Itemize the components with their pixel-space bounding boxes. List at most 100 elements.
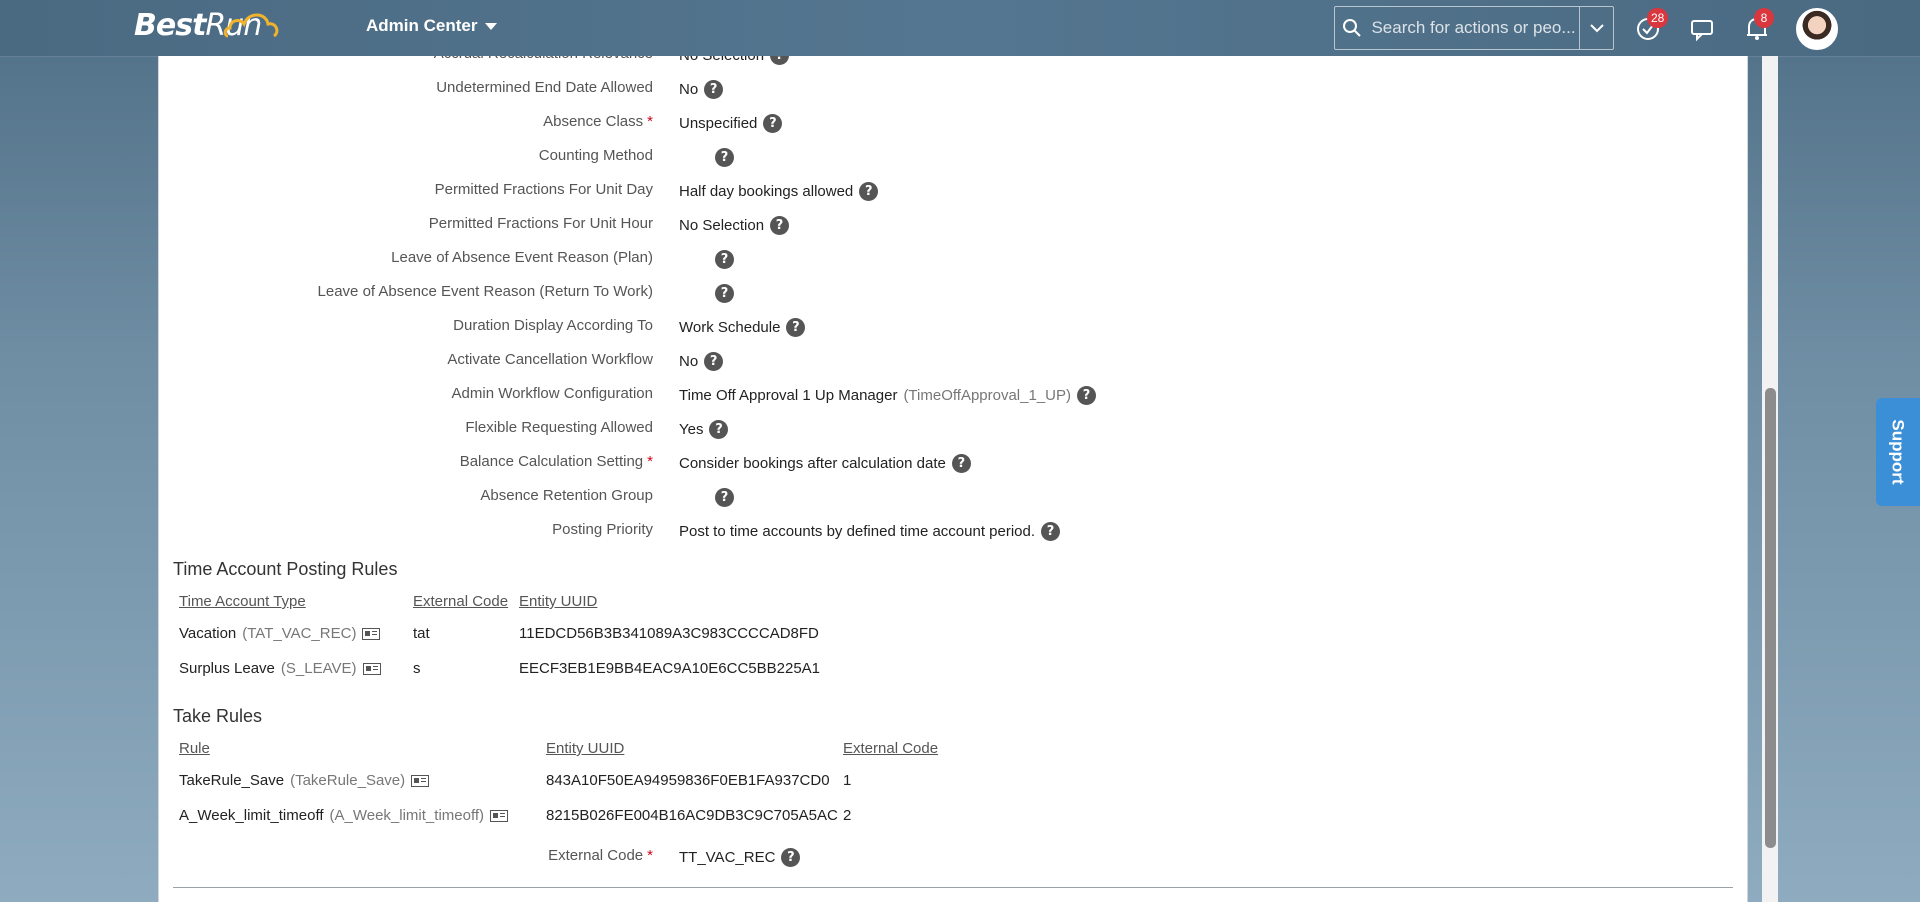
column-header-entity-uuid[interactable]: Entity UUID [519, 593, 597, 610]
chevron-down-icon [485, 22, 498, 30]
help-icon[interactable]: ? [715, 148, 734, 167]
quickview-card-icon[interactable] [362, 662, 381, 675]
help-icon[interactable]: ? [715, 250, 734, 269]
field-row: Absence Retention Group? [159, 487, 1747, 517]
help-icon[interactable]: ? [1077, 386, 1097, 405]
field-value: No Selection? [679, 56, 790, 65]
rule-code: (A_Week_limit_timeoff) [329, 807, 485, 824]
table-row-name: TakeRule_Save (TakeRule_Save) [179, 772, 430, 789]
field-value: ? [679, 488, 734, 507]
field-value: Yes? [679, 420, 729, 439]
field-value-text: No Selection [679, 56, 764, 64]
search-dropdown-button[interactable] [1579, 7, 1613, 49]
notifications-button[interactable]: 8 [1742, 8, 1774, 44]
field-label: Permitted Fractions For Unit Day [434, 181, 653, 198]
global-search [1334, 6, 1614, 50]
notifications-badge: 8 [1754, 8, 1774, 28]
field-value-text: Post to time accounts by defined time ac… [679, 523, 1036, 540]
field-value: ? [679, 148, 734, 167]
field-row: Posting Priority Post to time accounts by… [159, 521, 1747, 551]
field-value: Time Off Approval 1 Up Manager (TimeOffAp… [679, 386, 1097, 405]
field-row: Absence Class * Unspecified? [159, 113, 1747, 143]
table-cell-external-code: tat [413, 625, 430, 642]
column-header-external-code[interactable]: External Code [843, 740, 938, 757]
help-icon[interactable]: ? [709, 420, 729, 439]
help-icon[interactable]: ? [786, 318, 806, 337]
chat-icon [1691, 20, 1713, 42]
field-label: Posting Priority [552, 521, 653, 538]
field-value-text: No [679, 81, 699, 98]
column-header-external-code[interactable]: External Code [413, 593, 508, 610]
field-row-external-code: External Code * TT_VAC_REC ? [159, 847, 1747, 877]
field-label: Absence Class * [543, 113, 653, 130]
column-header-entity-uuid[interactable]: Entity UUID [546, 740, 624, 757]
field-value: TT_VAC_REC ? [679, 848, 801, 867]
field-label: Flexible Requesting Allowed [465, 419, 653, 436]
field-value-text: Unspecified [679, 115, 758, 132]
table-cell-external-code: 1 [843, 772, 852, 789]
field-value: No? [679, 352, 724, 371]
field-value-text: Yes [679, 421, 704, 438]
help-icon[interactable]: ? [770, 56, 790, 65]
table-cell-entity-uuid: 843A10F50EA94959836F0EB1FA937CD0 [546, 772, 830, 789]
help-icon[interactable]: ? [704, 352, 724, 371]
field-value: No? [679, 80, 724, 99]
table-row-name: Surplus Leave (S_LEAVE) [179, 660, 381, 677]
field-value: No Selection? [679, 216, 790, 235]
help-icon[interactable]: ? [1041, 522, 1061, 541]
help-icon[interactable]: ? [704, 80, 724, 99]
quickview-card-icon[interactable] [362, 627, 381, 640]
field-value-text: No [679, 353, 699, 370]
support-tab[interactable]: Support [1876, 398, 1920, 506]
todo-button[interactable]: 28 [1633, 8, 1669, 44]
field-value: Half day bookings allowed? [679, 182, 879, 201]
support-label: Support [1889, 419, 1908, 485]
search-icon[interactable] [1335, 7, 1369, 49]
help-icon[interactable]: ? [781, 848, 801, 867]
feedback-button[interactable] [1687, 14, 1717, 44]
divider [173, 887, 1733, 888]
posting-rules-title: Time Account Posting Rules [173, 559, 398, 579]
field-row: Activate Cancellation Workflow No? [159, 351, 1747, 381]
quickview-card-icon[interactable] [411, 774, 430, 787]
field-value: Unspecified? [679, 114, 783, 133]
scrollbar-thumb[interactable] [1765, 388, 1776, 848]
module-switcher[interactable]: Admin Center [366, 16, 498, 36]
time-account-type-code: (S_LEAVE) [280, 660, 357, 677]
time-account-type-code: (TAT_VAC_REC) [242, 625, 357, 642]
field-label: Absence Retention Group [480, 487, 653, 504]
field-row: Accrual Recalculation Relevance No Select… [159, 56, 1747, 75]
field-value: ? [679, 250, 734, 269]
help-icon[interactable]: ? [715, 488, 734, 507]
field-value: ? [679, 284, 734, 303]
field-value-text: Consider bookings after calculation date [679, 455, 946, 472]
help-icon[interactable]: ? [763, 114, 783, 133]
field-label: Counting Method [538, 147, 653, 164]
help-icon[interactable]: ? [715, 284, 734, 303]
object-detail-panel: Accrual Recalculation Relevance No Select… [158, 56, 1748, 902]
take-rules-title: Take Rules [173, 706, 263, 726]
field-value-text: Half day bookings allowed [679, 183, 854, 200]
column-header-time-account-type[interactable]: Time Account Type [179, 593, 306, 610]
column-header-rule[interactable]: Rule [179, 740, 210, 757]
table-cell-external-code: 2 [843, 807, 852, 824]
logo-text-bold: Best [134, 8, 206, 43]
table-cell-entity-uuid: 11EDCD56B3B341089A3C983CCCCAD8FD [519, 625, 819, 642]
avatar[interactable] [1796, 8, 1838, 50]
search-input[interactable] [1369, 17, 1580, 39]
field-value-text: Time Off Approval 1 Up Manager [679, 387, 898, 404]
field-value: Consider bookings after calculation date… [679, 454, 971, 473]
required-marker: * [647, 453, 653, 470]
field-label: Undetermined End Date Allowed [436, 79, 653, 96]
field-row: Leave of Absence Event Reason (Return To… [159, 283, 1747, 313]
quickview-card-icon[interactable] [490, 809, 509, 822]
field-value: Post to time accounts by defined time ac… [679, 522, 1061, 541]
help-icon[interactable]: ? [951, 454, 971, 473]
help-icon[interactable]: ? [770, 216, 790, 235]
table-cell-entity-uuid: EECF3EB1E9BB4EAC9A10E6CC5BB225A1 [519, 660, 821, 677]
field-row: Admin Workflow Configuration Time Off App… [159, 385, 1747, 415]
field-value-code: (TimeOffApproval_1_UP) [903, 387, 1072, 404]
help-icon[interactable]: ? [859, 182, 879, 201]
field-label: Duration Display According To [453, 317, 653, 334]
field-row: Duration Display According To Work Schedu… [159, 317, 1747, 347]
